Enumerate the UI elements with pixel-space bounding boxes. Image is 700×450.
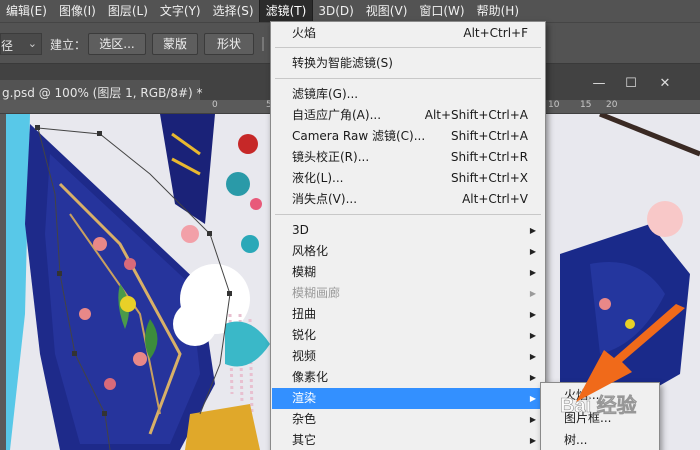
- menu-item-label: 视频: [292, 349, 317, 363]
- menu-item-label: 液化(L)...: [292, 171, 344, 185]
- menu-edit[interactable]: 编辑(E): [0, 0, 53, 22]
- menu-item-label: 转换为智能滤镜(S): [292, 56, 393, 70]
- menu-layer[interactable]: 图层(L): [102, 0, 154, 22]
- submenu-arrow-icon: ▶: [529, 226, 536, 235]
- submenu-arrow-icon: ▶: [529, 415, 536, 424]
- menu-item-label: 模糊: [292, 265, 317, 279]
- submenu-arrow-icon: ▶: [529, 247, 536, 256]
- menu-item-shortcut: Shift+Ctrl+X: [451, 171, 528, 185]
- ruler-tick: 10: [548, 100, 560, 110]
- menu-item-pixelate[interactable]: 像素化 ▶: [272, 367, 544, 388]
- menu-divider: [275, 214, 541, 215]
- menu-item-other[interactable]: 其它 ▶: [272, 430, 544, 450]
- menu-divider: [275, 47, 541, 48]
- submenu-arrow-icon: ▶: [529, 331, 536, 340]
- menu-item-shortcut: Alt+Shift+Ctrl+A: [424, 108, 528, 122]
- menu-item-shortcut: Shift+Ctrl+A: [451, 129, 528, 143]
- submenu-arrow-icon: ▶: [529, 310, 536, 319]
- chevron-down-icon: ⌄: [27, 37, 37, 50]
- menu-type[interactable]: 文字(Y): [154, 0, 207, 22]
- menu-item-blur-gallery: 模糊画廊 ▶: [272, 283, 544, 304]
- menu-divider: [275, 78, 541, 79]
- menu-window[interactable]: 窗口(W): [413, 0, 470, 22]
- menu-item-vanishing-point[interactable]: 消失点(V)... Alt+Ctrl+V: [272, 189, 544, 210]
- submenu-item-label: 树...: [564, 433, 588, 447]
- path-mode-select[interactable]: 径 ⌄: [0, 33, 42, 55]
- maximize-icon[interactable]: ☐: [622, 76, 640, 92]
- menu-item-label: 杂色: [292, 412, 317, 426]
- menu-item-shortcut: Alt+Ctrl+F: [463, 26, 528, 40]
- ruler-tick: 0: [212, 100, 218, 110]
- menu-item-label: 渲染: [292, 391, 317, 405]
- menu-item-stylize[interactable]: 风格化 ▶: [272, 241, 544, 262]
- menu-item-label: 滤镜库(G)...: [292, 87, 359, 101]
- filter-menu: 火焰 Alt+Ctrl+F 转换为智能滤镜(S) 滤镜库(G)... 自适应广角…: [270, 21, 546, 450]
- menu-item-sharpen[interactable]: 锐化 ▶: [272, 325, 544, 346]
- menu-item-video[interactable]: 视频 ▶: [272, 346, 544, 367]
- menu-item-label: 消失点(V)...: [292, 192, 358, 206]
- menu-item-label: 风格化: [292, 244, 329, 258]
- make-mask-button[interactable]: 蒙版: [152, 33, 198, 55]
- submenu-arrow-icon: ▶: [529, 436, 536, 445]
- ruler-tick: 15: [580, 100, 592, 110]
- menu-image[interactable]: 图像(I): [53, 0, 102, 22]
- make-shape-button[interactable]: 形状: [204, 33, 254, 55]
- menu-item-label: 3D: [292, 223, 309, 237]
- submenu-arrow-icon: ▶: [529, 268, 536, 277]
- menu-help[interactable]: 帮助(H): [471, 0, 525, 22]
- svg-text:Bai 经验: Bai 经验: [560, 393, 637, 417]
- ruler-tick: 20: [606, 100, 618, 110]
- menu-view[interactable]: 视图(V): [360, 0, 414, 22]
- menu-item-3d[interactable]: 3D ▶: [272, 220, 544, 241]
- menu-item-label: Camera Raw 滤镜(C)...: [292, 129, 426, 143]
- submenu-arrow-icon: ▶: [529, 352, 536, 361]
- menu-item-shortcut: Alt+Ctrl+V: [462, 192, 528, 206]
- close-icon[interactable]: ✕: [656, 76, 674, 92]
- submenu-item-tree[interactable]: 树...: [542, 430, 658, 450]
- menu-item-label: 自适应广角(A)...: [292, 108, 382, 122]
- menu-item-noise[interactable]: 杂色 ▶: [272, 409, 544, 430]
- menu-filter[interactable]: 滤镜(T): [258, 0, 314, 23]
- watermark-logo: Bai 经验: [560, 386, 690, 426]
- menu-select[interactable]: 选择(S): [207, 0, 260, 22]
- submenu-arrow-icon: ▶: [529, 373, 536, 382]
- options-divider: [262, 37, 264, 51]
- menu-item-last-filter[interactable]: 火焰 Alt+Ctrl+F: [272, 23, 544, 44]
- menu-3d[interactable]: 3D(D): [312, 0, 359, 22]
- menu-item-label: 像素化: [292, 370, 329, 384]
- make-selection-button[interactable]: 选区...: [88, 33, 146, 55]
- menu-item-label: 其它: [292, 433, 317, 447]
- menu-item-lens-correction[interactable]: 镜头校正(R)... Shift+Ctrl+R: [272, 147, 544, 168]
- menu-item-render[interactable]: 渲染 ▶: [272, 388, 544, 409]
- menu-item-distort[interactable]: 扭曲 ▶: [272, 304, 544, 325]
- vertical-ruler: [0, 114, 6, 450]
- path-mode-value: 径: [1, 39, 14, 53]
- menu-bar: 编辑(E) 图像(I) 图层(L) 文字(Y) 选择(S) 滤镜(T) 3D(D…: [0, 0, 700, 23]
- minimize-icon[interactable]: —: [590, 76, 608, 92]
- submenu-arrow-icon: ▶: [529, 394, 536, 403]
- menu-item-label: 镜头校正(R)...: [292, 150, 370, 164]
- menu-item-liquify[interactable]: 液化(L)... Shift+Ctrl+X: [272, 168, 544, 189]
- menu-item-camera-raw[interactable]: Camera Raw 滤镜(C)... Shift+Ctrl+A: [272, 126, 544, 147]
- menu-item-label: 锐化: [292, 328, 317, 342]
- menu-item-label: 模糊画廊: [292, 286, 341, 300]
- submenu-arrow-icon: ▶: [529, 289, 536, 298]
- menu-item-blur[interactable]: 模糊 ▶: [272, 262, 544, 283]
- menu-item-label: 扭曲: [292, 307, 317, 321]
- menu-item-filter-gallery[interactable]: 滤镜库(G)...: [272, 84, 544, 105]
- menu-item-label: 火焰: [292, 26, 317, 40]
- paw-icon: Bai 经验: [560, 393, 637, 418]
- make-label: 建立：: [50, 38, 87, 52]
- menu-item-adaptive-wide-angle[interactable]: 自适应广角(A)... Alt+Shift+Ctrl+A: [272, 105, 544, 126]
- menu-item-convert-smart-filter[interactable]: 转换为智能滤镜(S): [272, 53, 544, 74]
- menu-item-shortcut: Shift+Ctrl+R: [450, 150, 528, 164]
